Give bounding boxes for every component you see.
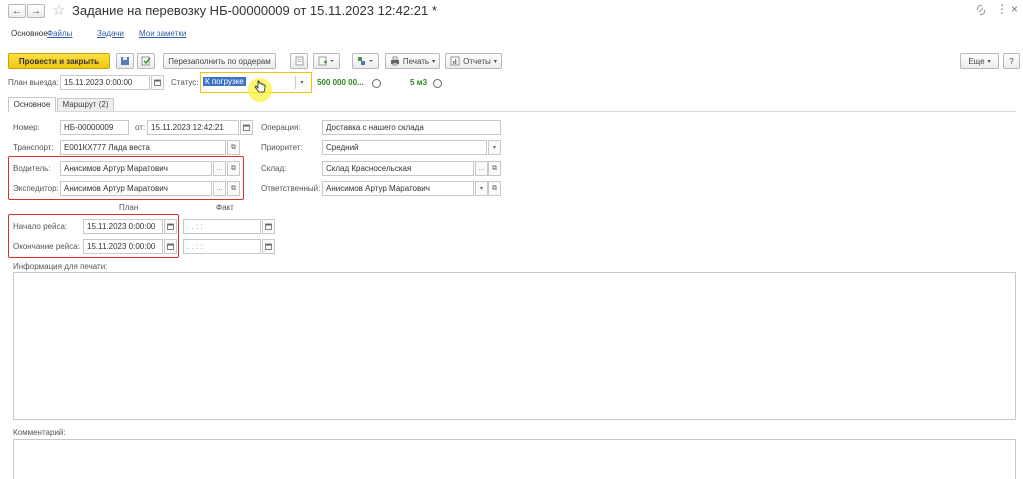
- printer-icon: [390, 56, 399, 66]
- print-button[interactable]: Печать ▾: [385, 53, 440, 69]
- transport-label: Транспорт:: [13, 143, 54, 152]
- more-label: Еще: [968, 56, 985, 66]
- responsible-field[interactable]: Анисимов Артур Маратович: [322, 181, 474, 196]
- link-icon[interactable]: [975, 4, 987, 18]
- more-button[interactable]: Еще ▾: [960, 53, 999, 69]
- calendar-icon[interactable]: [262, 219, 275, 234]
- tab-main[interactable]: Основное: [8, 97, 56, 112]
- tab-route[interactable]: Маршрут (2): [57, 98, 114, 111]
- refill-button[interactable]: Перезаполнить по ордерам: [163, 53, 276, 69]
- post-button[interactable]: [137, 53, 155, 69]
- forwarder-label: Экспедитор:: [13, 184, 59, 193]
- close-icon[interactable]: ×: [1011, 2, 1018, 16]
- tabs-baseline: [8, 111, 1016, 112]
- select-button[interactable]: …: [213, 161, 226, 176]
- nav-item-files[interactable]: Файлы: [47, 29, 72, 38]
- nav-item-main[interactable]: Основное: [11, 29, 48, 38]
- weight-value: 500 000 00...: [317, 78, 364, 87]
- priority-dropdown-button[interactable]: ▾: [488, 140, 501, 155]
- plan-departure-label: План выезда:: [8, 78, 59, 87]
- status-dropdown-button[interactable]: ▾: [295, 76, 308, 89]
- open-icon[interactable]: ⧉: [488, 181, 501, 196]
- reports-button[interactable]: Отчеты ▾: [445, 53, 502, 69]
- chevron-down-icon: ▾: [493, 58, 497, 65]
- volume-indicator-icon: [433, 79, 442, 88]
- status-label: Статус:: [171, 78, 199, 87]
- post-close-button[interactable]: Провести и закрыть: [8, 53, 110, 69]
- select-button[interactable]: …: [475, 161, 488, 176]
- number-label: Номер:: [13, 123, 40, 132]
- save-icon: [121, 57, 129, 65]
- from-field[interactable]: 15.11.2023 12:42:21: [147, 120, 239, 135]
- hand-cursor-icon: [254, 80, 266, 96]
- open-icon[interactable]: ⧉: [488, 161, 501, 176]
- number-field[interactable]: НБ-00000009: [60, 120, 129, 135]
- forward-button[interactable]: →: [27, 4, 45, 18]
- post-icon: [141, 56, 151, 66]
- back-button[interactable]: ←: [8, 4, 26, 18]
- calendar-icon[interactable]: [164, 219, 177, 234]
- structure-icon: [357, 57, 373, 65]
- weight-indicator-icon: [372, 79, 381, 88]
- reports-label: Отчеты: [463, 56, 491, 66]
- save-button[interactable]: [116, 53, 134, 69]
- trip-end-fact-field[interactable]: . . : :: [183, 239, 261, 254]
- create-based-button[interactable]: [313, 53, 340, 69]
- trip-end-plan-field[interactable]: 15.11.2023 0:00:00: [83, 239, 163, 254]
- window-title: Задание на перевозку НБ-00000009 от 15.1…: [72, 3, 437, 18]
- create-based-icon: [318, 56, 334, 66]
- comment-textarea[interactable]: [13, 439, 1016, 479]
- open-icon[interactable]: ⧉: [227, 161, 240, 176]
- responsible-dropdown-button[interactable]: ▾: [475, 181, 488, 196]
- warehouse-field[interactable]: Склад Красносельская: [322, 161, 474, 176]
- trip-start-plan-field[interactable]: 15.11.2023 0:00:00: [83, 219, 163, 234]
- status-value: К погрузке: [203, 77, 246, 86]
- calendar-icon[interactable]: [240, 120, 253, 135]
- chevron-down-icon: ▾: [432, 58, 436, 65]
- trip-start-fact-field[interactable]: . . : :: [183, 219, 261, 234]
- document-button[interactable]: [290, 53, 308, 69]
- plan-column-header: План: [119, 203, 139, 212]
- nav-item-tasks[interactable]: Задачи: [97, 29, 124, 38]
- from-label: от:: [135, 123, 146, 132]
- reports-icon: [450, 56, 460, 66]
- calendar-icon[interactable]: [164, 239, 177, 254]
- calendar-icon[interactable]: [151, 75, 164, 90]
- select-button[interactable]: …: [213, 181, 226, 196]
- transport-field[interactable]: Е001КХ777 Лада веста: [60, 140, 226, 155]
- plan-departure-field[interactable]: 15.11.2023 0:00:00: [60, 75, 150, 90]
- nav-item-notes[interactable]: Мои заметки: [139, 29, 186, 38]
- volume-value: 5 м3: [410, 78, 428, 87]
- chevron-down-icon: ▾: [987, 58, 991, 65]
- driver-label: Водитель:: [13, 164, 51, 173]
- fact-column-header: Факт: [216, 203, 234, 212]
- trip-start-label: Начало рейса:: [13, 222, 68, 231]
- comment-label: Комментарий:: [13, 428, 66, 437]
- trip-end-label: Окончание рейса:: [13, 242, 80, 251]
- warehouse-label: Склад:: [261, 164, 287, 173]
- driver-field[interactable]: Анисимов Артур Маратович: [60, 161, 212, 176]
- open-icon[interactable]: ⧉: [227, 140, 240, 155]
- favorite-star-icon[interactable]: ☆: [52, 1, 65, 19]
- open-icon[interactable]: ⧉: [227, 181, 240, 196]
- print-label: Печать: [402, 56, 430, 66]
- help-button[interactable]: ?: [1003, 53, 1020, 69]
- operation-field[interactable]: Доставка с нашего склада: [322, 120, 501, 135]
- priority-label: Приоритет:: [261, 143, 303, 152]
- print-info-textarea[interactable]: [13, 272, 1016, 420]
- structure-button[interactable]: [352, 53, 379, 69]
- forwarder-field[interactable]: Анисимов Артур Маратович: [60, 181, 212, 196]
- calendar-icon[interactable]: [262, 239, 275, 254]
- more-icon[interactable]: ⋮: [996, 2, 1008, 16]
- priority-field[interactable]: Средний: [322, 140, 487, 155]
- operation-label: Операция:: [261, 123, 301, 132]
- responsible-label: Ответственный:: [261, 184, 321, 193]
- document-icon: [295, 56, 303, 66]
